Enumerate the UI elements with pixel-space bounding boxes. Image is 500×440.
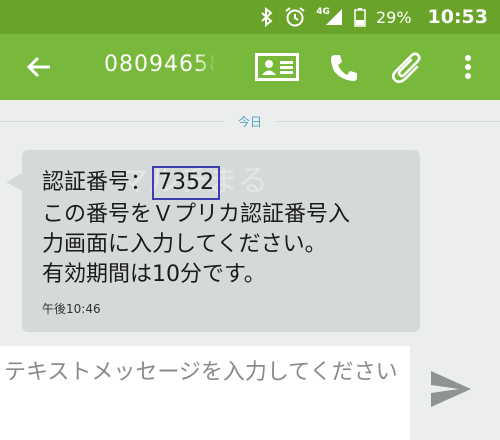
verification-code: 7352: [152, 166, 221, 200]
status-bar: 4G 29% 10:53: [0, 0, 500, 34]
back-button[interactable]: [22, 52, 56, 82]
status-clock: 10:53: [427, 6, 488, 28]
call-button[interactable]: [326, 51, 362, 85]
paperclip-icon: [391, 52, 421, 84]
contact-card-button[interactable]: [254, 52, 300, 82]
divider-line-right: [276, 120, 500, 122]
message-bubble[interactable]: マルチまる 認証番号： 7352 この番号をＶプリカ認証番号入 力画面に入力してく…: [22, 150, 420, 332]
divider-line-left: [0, 120, 224, 122]
attach-button[interactable]: [388, 48, 428, 88]
message-input[interactable]: [0, 346, 410, 440]
compose-area: [0, 346, 500, 440]
message-timestamp: 午後10:46: [42, 302, 101, 316]
battery-icon: [354, 7, 366, 27]
bluetooth-icon: [260, 7, 274, 27]
send-icon: [431, 371, 471, 407]
phone-icon: [331, 55, 357, 81]
date-label: 今日: [238, 114, 263, 129]
back-arrow-icon: [26, 56, 50, 78]
contact-card-icon: [255, 53, 299, 81]
conversation-title: 08094658: [104, 52, 216, 77]
message-line-1: 認証番号： 7352: [42, 166, 412, 200]
app-bar: 08094658: [0, 34, 500, 100]
more-options-button[interactable]: [458, 52, 478, 82]
message-line-2: この番号をＶプリカ認証番号入: [42, 202, 351, 227]
message-body: 認証番号： 7352 この番号をＶプリカ認証番号入 力画面に入力してください。 有…: [42, 166, 412, 290]
send-button[interactable]: [426, 366, 476, 412]
alarm-icon: [284, 6, 306, 28]
signal-icon: 4G: [316, 7, 344, 27]
message-line-3: 力画面に入力してください。: [42, 232, 327, 257]
more-vert-icon: [465, 55, 471, 79]
battery-percent: 29%: [375, 7, 412, 27]
date-divider: 今日: [0, 110, 500, 132]
code-prefix: 認証番号：: [42, 170, 153, 195]
message-line-4: 有効期間は10分です。: [42, 262, 266, 287]
